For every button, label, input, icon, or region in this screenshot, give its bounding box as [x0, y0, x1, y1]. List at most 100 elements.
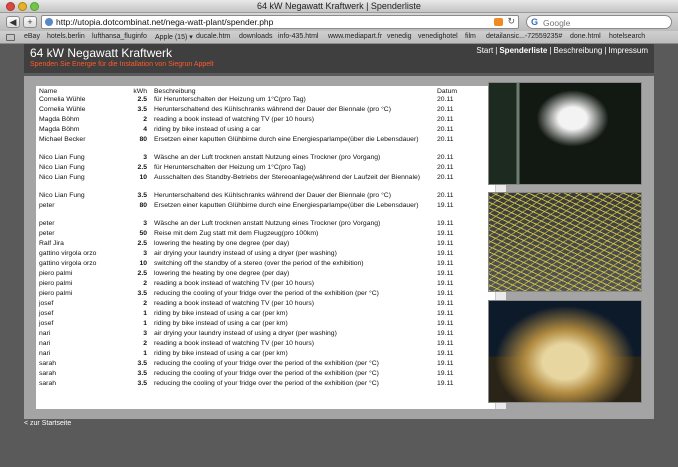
cell-description: riding by bike instead of using a car (p… [154, 310, 288, 317]
cell-kwh: 1 [143, 310, 147, 317]
search-input[interactable] [543, 17, 663, 28]
table-row: piero palmi 2.5 lowering the heating by on… [36, 270, 494, 280]
cell-description: air drying your laundry instead of using… [154, 330, 337, 337]
site-icon [45, 18, 53, 26]
address-bar[interactable]: http://utopia.dotcombinat.net/nega-watt-… [41, 15, 519, 29]
table-row: josef 2 reading a book instead of watching… [36, 300, 494, 310]
cell-name: nari [39, 350, 51, 357]
back-to-start-link[interactable]: < zur Startseite [24, 420, 71, 427]
table-row: sarah 3.5 reducing the cooling of your fri… [36, 370, 494, 380]
reload-icon[interactable]: ↻ [507, 16, 515, 27]
bookmark-item[interactable]: done.html [570, 33, 601, 40]
site-header: 64 kW Negawatt Kraftwerk Spenden Sie Ene… [24, 44, 654, 73]
cell-description: Herunterschaltend des Kühlschranks währe… [154, 192, 391, 199]
content-area: Name kWh Beschreibung Datum Cornelia Wüh… [24, 76, 654, 419]
photo-brandenburg-gate [488, 300, 642, 403]
bookmark-item[interactable]: venedig [387, 33, 412, 40]
cell-description: riding by bike instead of using a car [154, 126, 261, 133]
bookmark-item[interactable]: info-435.html [278, 33, 318, 40]
cell-description: switching off the standby of a stereo (o… [154, 260, 364, 267]
cell-description: Ausschalten des Standby-Betriebs der Ste… [154, 174, 420, 181]
cell-kwh: 80 [139, 202, 147, 209]
cell-description: reducing the cooling of your fridge over… [154, 370, 379, 377]
donor-table: Name kWh Beschreibung Datum Cornelia Wüh… [36, 86, 494, 390]
cell-name: nari [39, 330, 51, 337]
cell-kwh: 3.5 [137, 290, 147, 297]
bookmark-item[interactable]: www.mediapart.fr [328, 33, 382, 40]
bookmark-item[interactable]: film [465, 33, 476, 40]
cell-name: Nico Lian Fung [39, 192, 85, 199]
window-titlebar: 64 kW Negawatt Kraftwerk | Spenderliste [0, 0, 678, 13]
cell-date: 19.11 [437, 370, 454, 377]
cell-kwh: 3.5 [137, 106, 147, 113]
cell-name: gattino virgola orzo [39, 250, 97, 257]
rss-icon[interactable] [494, 18, 503, 26]
cell-name: Nico Lian Fung [39, 164, 85, 171]
cell-kwh: 2.5 [137, 164, 147, 171]
nav-link-start[interactable]: Start [476, 46, 493, 55]
donor-table-scroll[interactable]: Name kWh Beschreibung Datum Cornelia Wüh… [36, 86, 494, 409]
table-row: peter 80 Ersetzen einer kaputten Glühbirne… [36, 202, 494, 220]
cell-name: Magda Böhm [39, 126, 80, 133]
cell-kwh: 2.5 [137, 270, 147, 277]
cell-date: 19.11 [437, 350, 454, 357]
bookmarks-book-icon[interactable] [6, 34, 15, 41]
cell-date: 19.11 [437, 250, 454, 257]
bookmark-item[interactable]: ducale.htm [196, 33, 230, 40]
table-row: gattino virgola orzo 3 air drying your lau… [36, 250, 494, 260]
cell-date: 19.11 [437, 260, 454, 267]
cell-kwh: 10 [139, 260, 147, 267]
cell-name: josef [39, 320, 54, 327]
table-row: Nico Lian Fung 3.5 Herunterschaltend des K… [36, 192, 494, 202]
table-row: piero palmi 3.5 reducing the cooling of yo… [36, 290, 494, 300]
nav-link-beschreibung[interactable]: Beschreibung [553, 46, 602, 55]
table-row: peter 50 Reise mit dem Zug statt mit dem F… [36, 230, 494, 240]
cell-date: 19.11 [437, 340, 454, 347]
bookmark-item[interactable]: eBay [24, 33, 40, 40]
bookmark-item[interactable]: hotels.berlin [47, 33, 85, 40]
cell-kwh: 3.5 [137, 370, 147, 377]
window-title: 64 kW Negawatt Kraftwerk | Spenderliste [257, 1, 421, 11]
cell-name: piero palmi [39, 290, 73, 297]
cell-name: Ralf Jira [39, 240, 64, 247]
bookmark-item[interactable]: hotelsearch [609, 33, 645, 40]
cell-date: 20.11 [437, 164, 454, 171]
cell-kwh: 2 [143, 116, 147, 123]
cell-name: gattino virgola orzo [39, 260, 97, 267]
search-bar[interactable]: G [526, 15, 672, 29]
cell-description: riding by bike instead of using a car (p… [154, 320, 288, 327]
nav-separator: | [604, 46, 607, 55]
add-bookmark-button[interactable]: + [23, 16, 37, 28]
nav-link-impressum[interactable]: Impressum [608, 46, 648, 55]
bookmark-item[interactable]: detailansic...-72559235# [486, 33, 562, 40]
cell-date: 20.11 [437, 116, 454, 123]
cell-description: für Herunterschalten der Heizung um 1°C(… [154, 96, 306, 103]
table-row: Nico Lian Fung 3 Wäsche an der Luft trockn… [36, 154, 494, 164]
bookmark-item[interactable]: lufthansa_fluginfo [92, 33, 147, 40]
cell-date: 19.11 [437, 290, 454, 297]
table-row: josef 1 riding by bike instead of using a … [36, 310, 494, 320]
donor-list-panel: Name kWh Beschreibung Datum Cornelia Wüh… [36, 86, 506, 409]
cell-description: lowering the heating by one degree (per … [154, 270, 290, 277]
table-row: Nico Lian Fung 2.5 für Herunterschalten de… [36, 164, 494, 174]
cell-description: reducing the cooling of your fridge over… [154, 290, 379, 297]
cell-name: Cornelia Wühle [39, 106, 86, 113]
bookmark-item[interactable]: downloads [239, 33, 272, 40]
table-row: Cornelia Wühle 2.5 für Herunterschalten de… [36, 96, 494, 106]
site-subtitle: Spenden Sie Energie für die Installation… [30, 61, 214, 68]
cell-kwh: 50 [139, 230, 147, 237]
cell-kwh: 3 [143, 250, 147, 257]
column-header-name: Name [39, 87, 58, 95]
cell-date: 19.11 [437, 270, 454, 277]
bookmark-item[interactable]: venedighotel [418, 33, 458, 40]
cell-date: 19.11 [437, 380, 454, 387]
cell-name: nari [39, 340, 51, 347]
nav-separator: | [549, 46, 552, 55]
back-button[interactable]: ◀ [6, 16, 20, 28]
cell-name: piero palmi [39, 270, 73, 277]
nav-link-spenderliste[interactable]: Spenderliste [499, 46, 547, 55]
url-text[interactable]: http://utopia.dotcombinat.net/nega-watt-… [56, 17, 273, 27]
cell-date: 19.11 [437, 360, 454, 367]
cell-kwh: 80 [139, 136, 147, 143]
bookmark-item[interactable]: Apple (15) ▾ [155, 33, 193, 41]
